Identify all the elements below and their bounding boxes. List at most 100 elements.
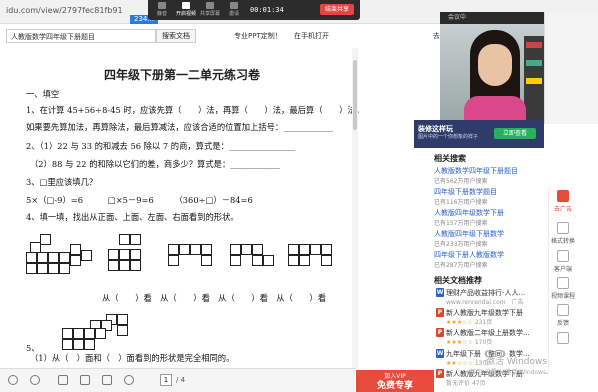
ad-banner[interactable]: 装修这样玩 图片中的一个你想象的样子 立即查看 [414,120,544,148]
mic-icon [158,2,166,9]
related-search-link[interactable]: 四年级下册数学题目 [434,187,497,197]
meeting-timer: 00:01:34 [250,6,284,14]
related-search-link[interactable]: 人教版四年级数学下册 [434,208,504,218]
client-button[interactable]: 客户端 [548,250,578,273]
question-3-equations: 5×（□-9）=6 □×5－9=6 （360÷□）－84=6 [26,195,253,205]
back-to-top-button[interactable] [548,332,578,346]
windows-watermark: 激活 Windows [486,357,548,367]
open-in-mobile-link[interactable]: 在手机打开 [294,31,329,41]
view-labels: 从（ ）看 从（ ）看 从（ ）看 从（ ）看 [102,293,327,303]
ppt-icon: P [436,369,444,378]
question-2-1: 2、（1）22 与 33 的和减去 56 除以 7 的商，算式是：_______… [26,141,296,151]
share-label: 共享屏幕 [199,11,220,17]
dislike-icon[interactable] [80,375,90,385]
video-person-face [478,44,512,86]
fullscreen-icon[interactable] [102,375,112,385]
vip-small-label: 加入VIP [384,373,406,380]
play-icon [557,277,569,289]
related-docs-heading: 相关文档推荐 [434,276,482,285]
related-search-sub: 已有157万用户搜索 [434,220,488,227]
rail-label: 格式转换 [550,238,575,245]
cube-view-2 [168,244,212,274]
question-1: 1、在计算 45+56÷8-45 时，应该先算（ ）法，再算（ ）法，最后算（ … [26,105,365,115]
invite-label: 邀请 [228,11,239,17]
remove-ads-button[interactable]: 去广告 [548,190,578,213]
related-search-sub: 已有287万用户搜索 [434,262,488,269]
video-button[interactable]: 开启视频 [174,2,198,17]
camera-icon [182,2,190,9]
rail-label: 客户端 [553,266,572,273]
vip-big-label: 免费专享 [376,381,413,391]
mic-label: 静音 [156,11,167,17]
invite-button[interactable]: 邀请 [222,2,246,17]
section-heading: 一、填空 [26,89,60,99]
share-screen-button[interactable]: 共享屏幕 [198,2,222,17]
document-title: 四年级下册第一二单元练习卷 [104,68,261,82]
rail-label: 反馈 [556,320,569,327]
video-window[interactable]: 会议中 [440,12,544,124]
video-book [526,78,542,84]
related-doc-footnote: 暂无评价 [446,380,471,387]
question-3: 3、□里应该填几？ [26,177,98,187]
page-number-input[interactable]: 1 [160,374,172,386]
mic-button[interactable]: 静音 [150,2,174,17]
ppt-custom-link[interactable]: 专业PPT定制！ [234,31,282,41]
cube-view-4 [288,244,338,274]
meeting-panel-edge [544,12,598,124]
zoom-in-icon[interactable] [30,375,40,385]
page-total: / 4 [176,376,186,384]
convert-icon [557,222,569,234]
rail-label: 视频课程 [550,293,575,300]
related-search-link[interactable]: 人教版四年级下册数学 [434,229,504,239]
url-text[interactable]: idu.com/view/2797fec81fb91 [6,6,123,15]
search-button[interactable]: 搜索文档 [156,29,196,43]
cube-figure-2 [62,314,142,350]
question-5-1: （1）从（ ）面和（ ）面看到的形状是完全相同的。 [30,353,235,363]
like-icon[interactable] [58,375,68,385]
search-input[interactable]: 人教版数学四年级下册题目 [6,29,156,43]
rating-stars: ★★★☆☆ [446,319,473,326]
invite-icon [230,2,238,9]
doc-scrollbar-thumb[interactable] [353,60,357,130]
phone-icon [557,250,569,262]
vip-button[interactable]: 加入VIP 免费专享 [356,370,434,392]
related-search-sub: 已有233万用户搜索 [434,241,488,248]
end-share-button[interactable]: 结束共享 [320,4,354,15]
ad-button[interactable]: 立即查看 [494,128,536,139]
video-book [526,42,542,48]
header-right-cut[interactable]: 去 [433,31,440,41]
word-icon: W [436,288,444,297]
related-search-link[interactable]: 四年级下册人教版数学 [434,250,504,260]
ad-icon [557,190,569,202]
ad-line2: 图片中的一个你想象的样子 [418,134,479,140]
cube-view-3 [230,244,274,274]
chevron-up-icon [557,332,569,344]
question-4: 4、填一填，找出从正面、上面、左面、右面看到的形状。 [26,212,239,222]
video-book [526,60,542,66]
windows-watermark-sub: 转到"设置"以激活 Windows。 [470,369,553,376]
download-icon[interactable] [124,375,134,385]
zoom-out-icon[interactable] [8,375,18,385]
related-search-sub: 已有562万用户搜索 [434,178,488,185]
related-doc-pages: 47页 [471,380,486,387]
format-convert-button[interactable]: 格式转换 [548,222,578,245]
video-label: 开启视频 [175,11,196,17]
ppt-icon: P [436,328,444,337]
cube-view-1 [108,234,144,274]
video-course-button[interactable]: 视频课程 [548,277,578,300]
rating-stars: ★★★☆☆ [446,339,473,346]
video-title: 会议中 [440,12,544,24]
feedback-button[interactable]: 反馈 [548,304,578,327]
ppt-icon: P [436,308,444,317]
related-doc-sub: www.renrendai.com 广告 [446,299,524,306]
share-icon [206,2,214,9]
related-doc-pages: 231页 [474,319,493,326]
related-search-heading: 相关搜索 [434,154,466,163]
feedback-icon [557,304,569,316]
cube-figure-1 [26,234,92,274]
related-doc-pages: 170页 [474,339,493,346]
question-1b: 如果要先算加法，再算除法，最后算减法，应该合适的位置加上括号：_________… [26,122,333,132]
word-icon: W [436,349,444,358]
related-search-link[interactable]: 人教版数学四年级下册题目 [434,166,518,176]
rating-stars: ★★☆☆☆ [446,360,473,367]
